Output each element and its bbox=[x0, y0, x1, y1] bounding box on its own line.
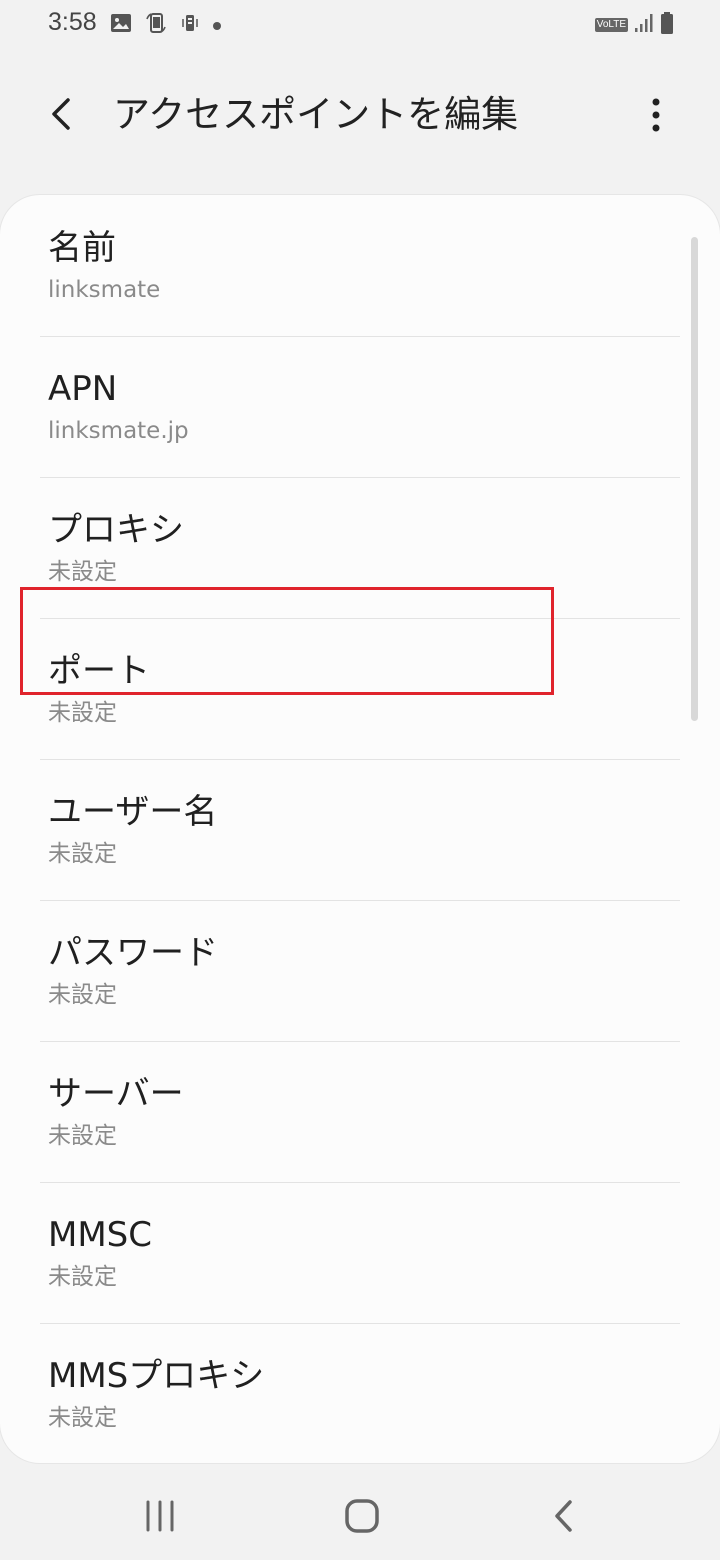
setting-value: 未設定 bbox=[48, 841, 117, 867]
apn-settings-list[interactable]: 名前 linksmate APN linksmate.jp プロキシ 未設定 ポ… bbox=[0, 195, 720, 1463]
navigation-bar bbox=[0, 1470, 720, 1560]
setting-title: MMSC bbox=[48, 1215, 152, 1255]
recent-apps-icon bbox=[146, 1500, 174, 1532]
setting-title: ユーザー名 bbox=[48, 792, 218, 832]
setting-item-mmsc[interactable]: MMSC 未設定 bbox=[0, 1182, 720, 1322]
setting-item-mms-proxy[interactable]: MMSプロキシ 未設定 bbox=[0, 1323, 720, 1463]
setting-title: MMSプロキシ bbox=[48, 1356, 265, 1396]
setting-value: linksmate bbox=[48, 277, 161, 303]
setting-item-username[interactable]: ユーザー名 未設定 bbox=[0, 759, 720, 899]
setting-value: 未設定 bbox=[48, 559, 117, 585]
page-title: アクセスポイントを編集 bbox=[113, 93, 519, 136]
back-button[interactable] bbox=[40, 92, 84, 136]
setting-item-password[interactable]: パスワード 未設定 bbox=[0, 900, 720, 1040]
setting-item-port[interactable]: ポート 未設定 bbox=[0, 618, 720, 758]
app-bar: アクセスポイントを編集 bbox=[0, 60, 720, 170]
setting-item-name[interactable]: 名前 linksmate bbox=[0, 195, 720, 335]
chevron-left-icon bbox=[52, 98, 70, 130]
setting-title: プロキシ bbox=[48, 510, 184, 550]
more-vert-icon bbox=[652, 98, 660, 132]
setting-value: 未設定 bbox=[48, 1405, 117, 1431]
setting-value: 未設定 bbox=[48, 982, 117, 1008]
setting-title: サーバー bbox=[48, 1074, 184, 1114]
back-icon bbox=[555, 1500, 572, 1532]
dot-icon bbox=[212, 16, 222, 35]
status-notification-icons bbox=[110, 13, 222, 37]
battery-icon bbox=[660, 11, 674, 39]
status-bar: 3:58 VoLTE bbox=[0, 0, 720, 50]
image-icon bbox=[110, 13, 132, 37]
phone-vibrate-icon bbox=[180, 13, 200, 37]
home-button[interactable] bbox=[332, 1488, 392, 1544]
setting-value: 未設定 bbox=[48, 700, 117, 726]
recent-apps-button[interactable] bbox=[130, 1488, 190, 1544]
setting-title: ポート bbox=[48, 651, 150, 691]
volte-badge: VoLTE bbox=[594, 18, 628, 32]
rotate-phone-icon bbox=[144, 11, 168, 39]
setting-item-server[interactable]: サーバー 未設定 bbox=[0, 1041, 720, 1181]
setting-title: パスワード bbox=[48, 933, 218, 973]
status-system-icons: VoLTE bbox=[594, 11, 674, 39]
setting-item-proxy[interactable]: プロキシ 未設定 bbox=[0, 477, 720, 617]
more-options-button[interactable] bbox=[634, 92, 678, 138]
setting-value: 未設定 bbox=[48, 1264, 117, 1290]
home-icon bbox=[345, 1499, 379, 1533]
setting-title: APN bbox=[48, 369, 118, 409]
setting-title: 名前 bbox=[48, 228, 116, 268]
setting-item-apn[interactable]: APN linksmate.jp bbox=[0, 336, 720, 476]
setting-value: 未設定 bbox=[48, 1123, 117, 1149]
setting-value: linksmate.jp bbox=[48, 418, 189, 444]
status-time: 3:58 bbox=[48, 8, 97, 36]
system-back-button[interactable] bbox=[534, 1488, 594, 1544]
signal-icon bbox=[634, 12, 654, 38]
